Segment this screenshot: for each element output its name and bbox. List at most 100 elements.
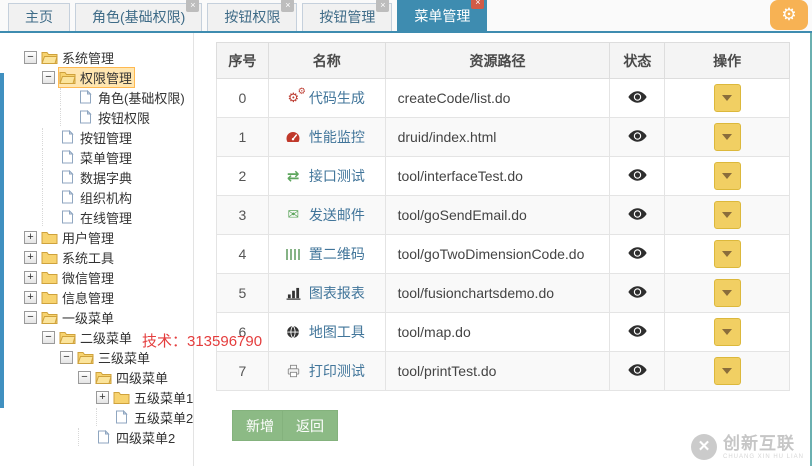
tab-bar: 主页 角色(基础权限) × 按钮权限 × 按钮管理 × 菜单管理 × <box>0 0 812 33</box>
tab-role-permissions[interactable]: 角色(基础权限) × <box>75 0 203 31</box>
eye-icon[interactable] <box>628 325 647 340</box>
table-header-row: 序号 名称 资源路径 状态 操作 <box>216 42 790 79</box>
tree-node[interactable]: 组织机构 <box>18 187 193 207</box>
menu-name-link[interactable]: ⇄ 接口测试 <box>284 166 385 186</box>
close-tab-icon[interactable]: × <box>376 0 390 12</box>
caret-down-icon <box>722 134 733 140</box>
eye-icon[interactable] <box>628 364 647 379</box>
menu-name-link[interactable]: 打印测试 <box>284 361 385 381</box>
menu-name-link[interactable]: ✉ 发送邮件 <box>284 205 385 225</box>
menu-name-link[interactable]: ⚙ ⚙ 代码生成 <box>284 86 385 108</box>
eye-icon[interactable] <box>628 286 647 301</box>
menu-name-link[interactable]: 性能监控 <box>284 127 385 147</box>
tree-node[interactable]: 用户管理 <box>18 227 193 247</box>
caret-down-icon <box>722 212 733 218</box>
tree-node[interactable]: 微信管理 <box>18 267 193 287</box>
col-header-name: 名称 <box>267 42 386 79</box>
tree-node[interactable]: 在线管理 <box>18 207 193 227</box>
globe-icon <box>284 325 303 339</box>
tab-home[interactable]: 主页 <box>8 3 70 31</box>
collapse-icon[interactable] <box>24 50 37 64</box>
collapse-icon[interactable] <box>60 350 73 364</box>
expand-icon[interactable] <box>24 250 37 264</box>
tab-button-management[interactable]: 按钮管理 × <box>302 0 393 31</box>
tree-node[interactable]: 五级菜单1 <box>18 387 193 407</box>
expand-icon[interactable] <box>24 230 37 244</box>
row-actions-dropdown[interactable] <box>713 123 741 151</box>
row-actions-dropdown[interactable] <box>713 357 741 385</box>
folder-closed-icon <box>41 292 58 304</box>
col-header-actions: 操作 <box>664 42 790 79</box>
close-tab-icon[interactable]: × <box>471 0 485 9</box>
tree-node[interactable]: 信息管理 <box>18 287 193 307</box>
left-scroll-strip[interactable] <box>0 73 4 408</box>
tree-node-selected[interactable]: 权限管理 <box>18 66 193 88</box>
caret-down-icon <box>722 173 733 179</box>
back-button[interactable]: 返回 <box>282 410 338 441</box>
eye-icon[interactable] <box>628 247 647 262</box>
tab-menu-management[interactable]: 菜单管理 × <box>397 0 488 31</box>
row-actions-dropdown[interactable] <box>713 84 741 112</box>
caret-down-icon <box>722 95 733 101</box>
table-row: 5 图表报表 tool/fusionchartsdemo.do <box>216 273 790 313</box>
tree-node[interactable]: 一级菜单 <box>18 307 193 327</box>
tree-node[interactable]: 四级菜单 <box>18 367 193 387</box>
tree-node[interactable]: 五级菜单2 <box>18 407 193 427</box>
eye-icon[interactable] <box>628 208 647 223</box>
close-tab-icon[interactable]: × <box>281 0 295 12</box>
col-header-path: 资源路径 <box>384 42 611 79</box>
collapse-icon[interactable] <box>78 370 91 384</box>
tech-contact-text: 技术：313596790 <box>142 333 263 350</box>
col-header-status: 状态 <box>609 42 666 79</box>
cogs-icon: ⚙ ⚙ <box>287 86 306 106</box>
row-actions-dropdown[interactable] <box>713 162 741 190</box>
watermark-subtext: CHUANG XIN HU LIAN <box>722 453 804 460</box>
tab-button-permissions[interactable]: 按钮权限 × <box>207 0 298 31</box>
table-row: 7 打印测试 tool/printTest.do <box>216 351 790 391</box>
tree-node[interactable]: 按钮权限 <box>18 107 193 127</box>
expand-icon[interactable] <box>24 270 37 284</box>
menu-name-link[interactable]: 地图工具 <box>284 322 385 342</box>
tree-node[interactable]: 菜单管理 <box>18 147 193 167</box>
table-row: 0 ⚙ ⚙ 代码生成 createCode/list.do <box>216 78 790 118</box>
caret-down-icon <box>722 329 733 335</box>
row-actions-dropdown[interactable] <box>713 240 741 268</box>
tree-node[interactable]: 按钮管理 <box>18 127 193 147</box>
caret-down-icon <box>722 290 733 296</box>
folder-open-icon <box>77 352 94 364</box>
file-icon <box>62 150 74 164</box>
tree-node[interactable]: 系统工具 <box>18 247 193 267</box>
row-actions-dropdown[interactable] <box>713 318 741 346</box>
eye-icon[interactable] <box>628 91 647 106</box>
add-button[interactable]: 新增 <box>232 410 288 441</box>
table-row: 4 置二维码 tool/goTwoDimensionCode.do <box>216 234 790 274</box>
tree-node[interactable]: 四级菜单2 <box>18 427 193 447</box>
row-actions-dropdown[interactable] <box>713 279 741 307</box>
eye-icon[interactable] <box>628 169 647 184</box>
menu-name-link[interactable]: 置二维码 <box>284 244 385 264</box>
folder-open-icon <box>41 312 58 324</box>
expand-icon[interactable] <box>96 390 109 404</box>
file-icon <box>80 90 92 104</box>
row-actions-dropdown[interactable] <box>713 201 741 229</box>
watermark: ✕ 创新互联 CHUANG XIN HU LIAN <box>690 434 804 460</box>
file-icon <box>116 410 128 424</box>
tree-node[interactable]: 数据字典 <box>18 167 193 187</box>
bar-chart-icon <box>284 287 303 300</box>
tree-node[interactable]: 系统管理 <box>18 47 193 67</box>
tree-node[interactable]: 角色(基础权限) <box>18 87 193 107</box>
folder-open-icon <box>59 72 76 84</box>
menu-name-link[interactable]: 图表报表 <box>284 283 385 303</box>
expand-icon[interactable] <box>24 290 37 304</box>
collapse-icon[interactable] <box>42 70 55 84</box>
collapse-icon[interactable] <box>24 310 37 324</box>
barcode-icon <box>284 248 303 260</box>
exchange-icon: ⇄ <box>287 167 300 185</box>
settings-gear-icon[interactable]: ⚙ <box>770 0 808 30</box>
file-icon <box>62 170 74 184</box>
close-tab-icon[interactable]: × <box>186 0 200 12</box>
caret-down-icon <box>722 251 733 257</box>
folder-open-icon <box>95 372 112 384</box>
collapse-icon[interactable] <box>42 330 55 344</box>
eye-icon[interactable] <box>628 130 647 145</box>
